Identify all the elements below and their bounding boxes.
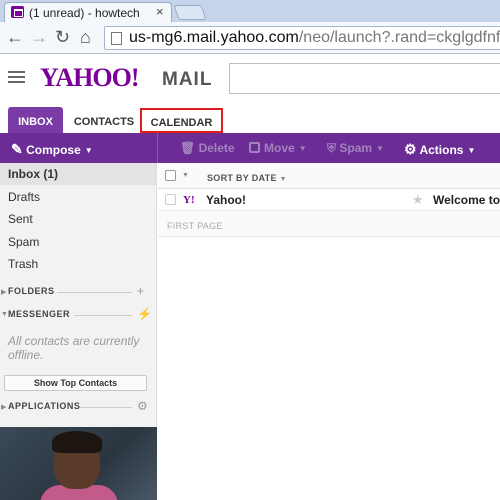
advertisement-photo[interactable] <box>0 427 157 500</box>
yahoo-sender-icon: Y! <box>183 194 195 206</box>
divider <box>74 315 132 316</box>
trash-icon: 🗑 <box>180 141 196 155</box>
reload-icon[interactable]: ↻ <box>55 27 70 47</box>
move-button[interactable]: Move ▼ <box>249 141 307 155</box>
hamburger-menu-icon[interactable] <box>8 71 25 86</box>
search-input[interactable] <box>229 63 500 94</box>
home-icon[interactable]: ⌂ <box>80 27 91 47</box>
yahoo-mail-favicon-icon <box>11 6 24 18</box>
folder-spam[interactable]: Spam <box>8 235 39 249</box>
folder-trash[interactable]: Trash <box>8 257 38 271</box>
back-arrow-icon[interactable]: ← <box>6 27 24 47</box>
add-folder-icon[interactable]: + <box>137 284 144 298</box>
folders-section-label: FOLDERS <box>8 286 55 296</box>
delete-label: Delete <box>198 141 235 155</box>
delete-button[interactable]: 🗑 Delete <box>180 141 235 155</box>
sort-by-date-button[interactable]: SORT BY DATE ▼ <box>207 173 287 183</box>
collapse-triangle-icon: ▼ <box>1 311 8 318</box>
actions-menu-button[interactable]: ⚙ Actions ▼ <box>404 141 475 158</box>
folder-drafts[interactable]: Drafts <box>8 190 40 204</box>
forward-arrow-icon[interactable]: → <box>30 27 48 47</box>
messenger-section-header[interactable]: ▼ MESSENGER ⚡ <box>0 307 156 323</box>
chevron-down-icon[interactable]: ▼ <box>182 172 189 179</box>
gear-icon[interactable]: ⚙ <box>137 399 148 413</box>
divider <box>57 292 132 293</box>
message-checkbox[interactable] <box>165 194 176 205</box>
toolbar-divider <box>157 133 158 163</box>
compose-label: Compose <box>26 143 81 157</box>
shield-icon: ⛨ <box>327 141 337 155</box>
tab-calendar[interactable]: CALENDAR <box>140 108 223 133</box>
chevron-down-icon: ▼ <box>298 144 307 153</box>
page-indicator: FIRST PAGE <box>158 211 500 237</box>
star-icon[interactable]: ★ <box>412 192 424 208</box>
applications-section-header[interactable]: ▶ APPLICATIONS ⚙ <box>0 399 156 415</box>
message-subject: Welcome to <box>433 193 500 207</box>
close-tab-icon[interactable]: × <box>156 4 164 19</box>
spam-label: Spam <box>339 141 373 155</box>
select-all-checkbox[interactable] <box>165 170 176 181</box>
move-label: Move <box>264 141 295 155</box>
expand-triangle-icon: ▶ <box>1 289 7 296</box>
messenger-status-icon[interactable]: ⚡ <box>137 307 152 321</box>
mail-product-label: MAIL <box>162 69 213 90</box>
yahoo-logo[interactable]: YAHOO! <box>40 64 139 92</box>
folder-move-icon <box>249 142 260 153</box>
page-icon <box>111 32 122 45</box>
message-sender: Yahoo! <box>206 193 247 207</box>
folders-section-header[interactable]: ▶ FOLDERS + <box>0 284 156 300</box>
first-page-label: FIRST PAGE <box>167 221 223 231</box>
applications-section-label: APPLICATIONS <box>8 401 81 411</box>
browser-tab[interactable]: (1 unread) - howtech × <box>4 2 172 22</box>
tab-contacts[interactable]: CONTACTS <box>68 107 140 133</box>
chevron-down-icon: ▼ <box>84 146 93 155</box>
folder-inbox[interactable]: Inbox (1) <box>8 167 58 181</box>
browser-tab-bar: (1 unread) - howtech × <box>0 0 500 22</box>
message-row[interactable]: Y! Yahoo! ★ Welcome to <box>158 189 500 211</box>
message-list-header: ▼ SORT BY DATE ▼ <box>158 163 500 189</box>
divider <box>80 407 132 408</box>
browser-toolbar: ← → ↻ ⌂ us-mg6.mail.yahoo.com/neo/launch… <box>0 22 500 54</box>
new-tab-button[interactable] <box>173 5 207 20</box>
url-text: us-mg6.mail.yahoo.com/neo/launch?.rand=c… <box>129 29 500 46</box>
show-top-contacts-button[interactable]: Show Top Contacts <box>4 375 147 391</box>
expand-triangle-icon: ▶ <box>1 404 7 411</box>
action-toolbar: ✎ Compose ▼ 🗑 Delete Move ▼ ⛨ Spam ▼ ⚙ Acti… <box>0 133 500 163</box>
compose-button[interactable]: ✎ Compose ▼ <box>11 141 93 158</box>
sidebar: Inbox (1) Drafts Sent Spam Trash ▶ FOLDE… <box>0 163 157 427</box>
compose-pencil-icon: ✎ <box>11 141 23 157</box>
chevron-down-icon: ▼ <box>467 146 476 155</box>
chevron-down-icon: ▼ <box>376 144 384 153</box>
folder-sent[interactable]: Sent <box>8 212 33 226</box>
actions-label: Actions <box>419 143 464 157</box>
tab-inbox[interactable]: INBOX <box>8 107 63 133</box>
offline-contacts-text: All contacts are currently offline. <box>8 334 140 362</box>
messenger-section-label: MESSENGER <box>8 309 71 319</box>
browser-tab-title: (1 unread) - howtech <box>29 6 140 20</box>
gear-icon: ⚙ <box>404 141 417 157</box>
spam-button[interactable]: ⛨ Spam ▼ <box>327 141 384 156</box>
address-bar[interactable]: us-mg6.mail.yahoo.com/neo/launch?.rand=c… <box>104 26 500 50</box>
